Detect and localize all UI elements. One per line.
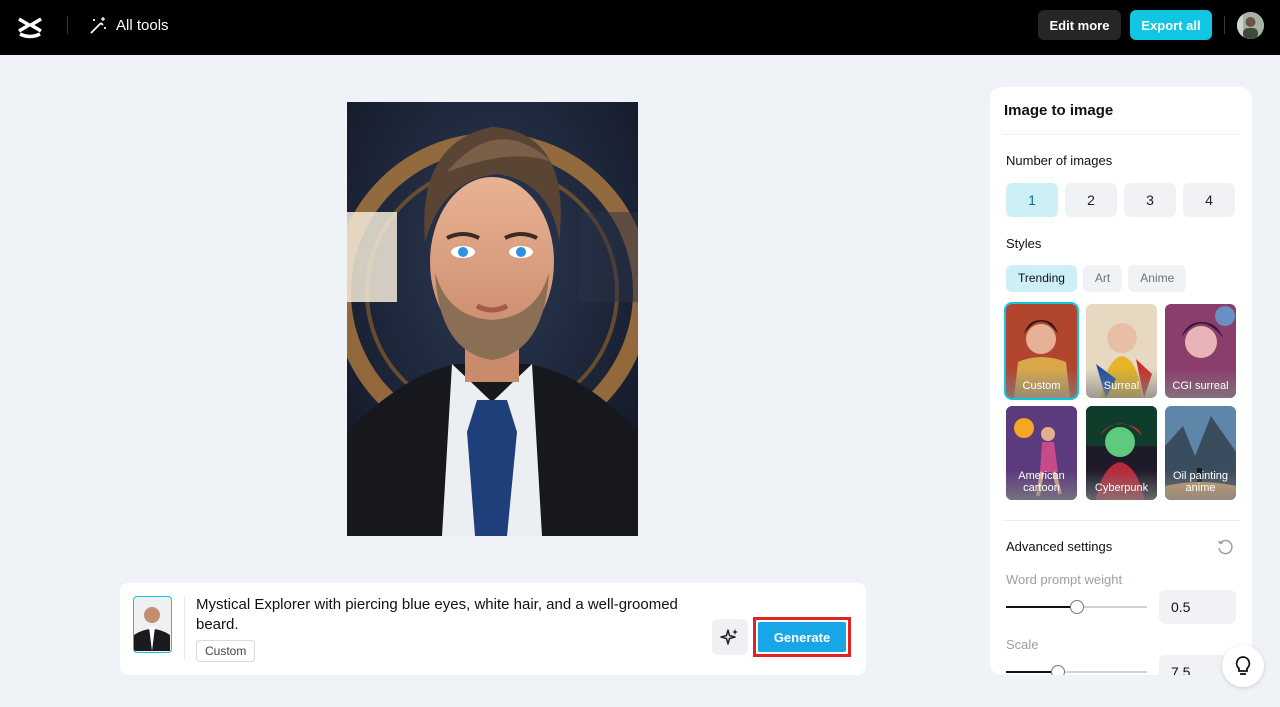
slider-handle[interactable] [1069,600,1084,614]
number-option-4[interactable]: 4 [1183,183,1235,217]
generated-image[interactable] [347,102,638,536]
style-card-surreal[interactable]: Surreal [1086,304,1157,398]
scale-slider[interactable] [1006,665,1147,675]
style-card-american-cartoon[interactable]: American cartoon [1006,406,1077,500]
sparkle-icon [720,629,738,645]
generate-highlight: Generate [753,617,851,657]
style-card-oil-painting-anime[interactable]: Oil painting anime [1165,406,1236,500]
divider [184,597,185,659]
style-label: Custom [1006,368,1077,398]
edit-more-button[interactable]: Edit more [1038,10,1121,40]
style-card-custom[interactable]: Custom [1004,302,1079,400]
styles-label: Styles [1006,236,1042,251]
reset-icon[interactable] [1216,538,1234,556]
number-of-images-label: Number of images [1006,153,1113,168]
number-option-2[interactable]: 2 [1065,183,1117,217]
prompt-text[interactable]: Mystical Explorer with piercing blue eye… [196,595,696,635]
lightbulb-icon [1235,656,1251,675]
top-bar: All tools Edit more Export all [0,0,1280,55]
all-tools-label: All tools [116,16,169,34]
scale-label: Scale [1006,637,1039,652]
word-prompt-weight-label: Word prompt weight [1006,572,1123,587]
divider [1002,520,1240,521]
style-label: Surreal [1086,368,1157,398]
style-card-cyberpunk[interactable]: Cyberpunk [1086,406,1157,500]
avatar[interactable] [1237,12,1264,39]
tab-art[interactable]: Art [1082,265,1123,292]
style-card-cgi-surreal[interactable]: CGI surreal [1165,304,1236,398]
word-prompt-weight-slider[interactable] [1006,600,1147,614]
style-label: Oil painting anime [1165,470,1236,500]
reference-image-thumbnail[interactable] [133,596,172,653]
slider-fill [1006,606,1077,608]
divider [1224,16,1225,34]
prompt-card: Mystical Explorer with piercing blue eye… [120,583,866,675]
panel-title: Image to image [1004,102,1114,119]
enhance-prompt-button[interactable] [712,619,748,655]
export-all-button[interactable]: Export all [1130,10,1212,40]
slider-handle[interactable] [1051,665,1066,675]
all-tools-button[interactable]: All tools [89,15,169,35]
number-option-3[interactable]: 3 [1124,183,1176,217]
tab-anime[interactable]: Anime [1128,265,1187,292]
style-label: Cyberpunk [1086,470,1157,500]
capcut-logo-icon[interactable] [16,13,44,41]
word-prompt-weight-input[interactable]: 0.5 [1159,590,1236,624]
style-tabs: Trending Art Anime [1006,265,1187,292]
divider [67,16,68,34]
style-label: CGI surreal [1165,368,1236,398]
number-option-1[interactable]: 1 [1006,183,1058,217]
style-chip: Custom [196,640,256,662]
generate-button[interactable]: Generate [758,622,846,652]
divider [1002,134,1240,135]
tab-trending[interactable]: Trending [1006,265,1077,292]
style-label: American cartoon [1006,470,1077,500]
number-of-images-selector: 1 2 3 4 [1006,183,1235,217]
advanced-settings-label: Advanced settings [1006,539,1113,554]
help-button[interactable] [1222,645,1264,687]
image-to-image-panel: Image to image Number of images 1 2 3 4 … [990,87,1252,675]
magic-wand-icon [90,16,106,34]
